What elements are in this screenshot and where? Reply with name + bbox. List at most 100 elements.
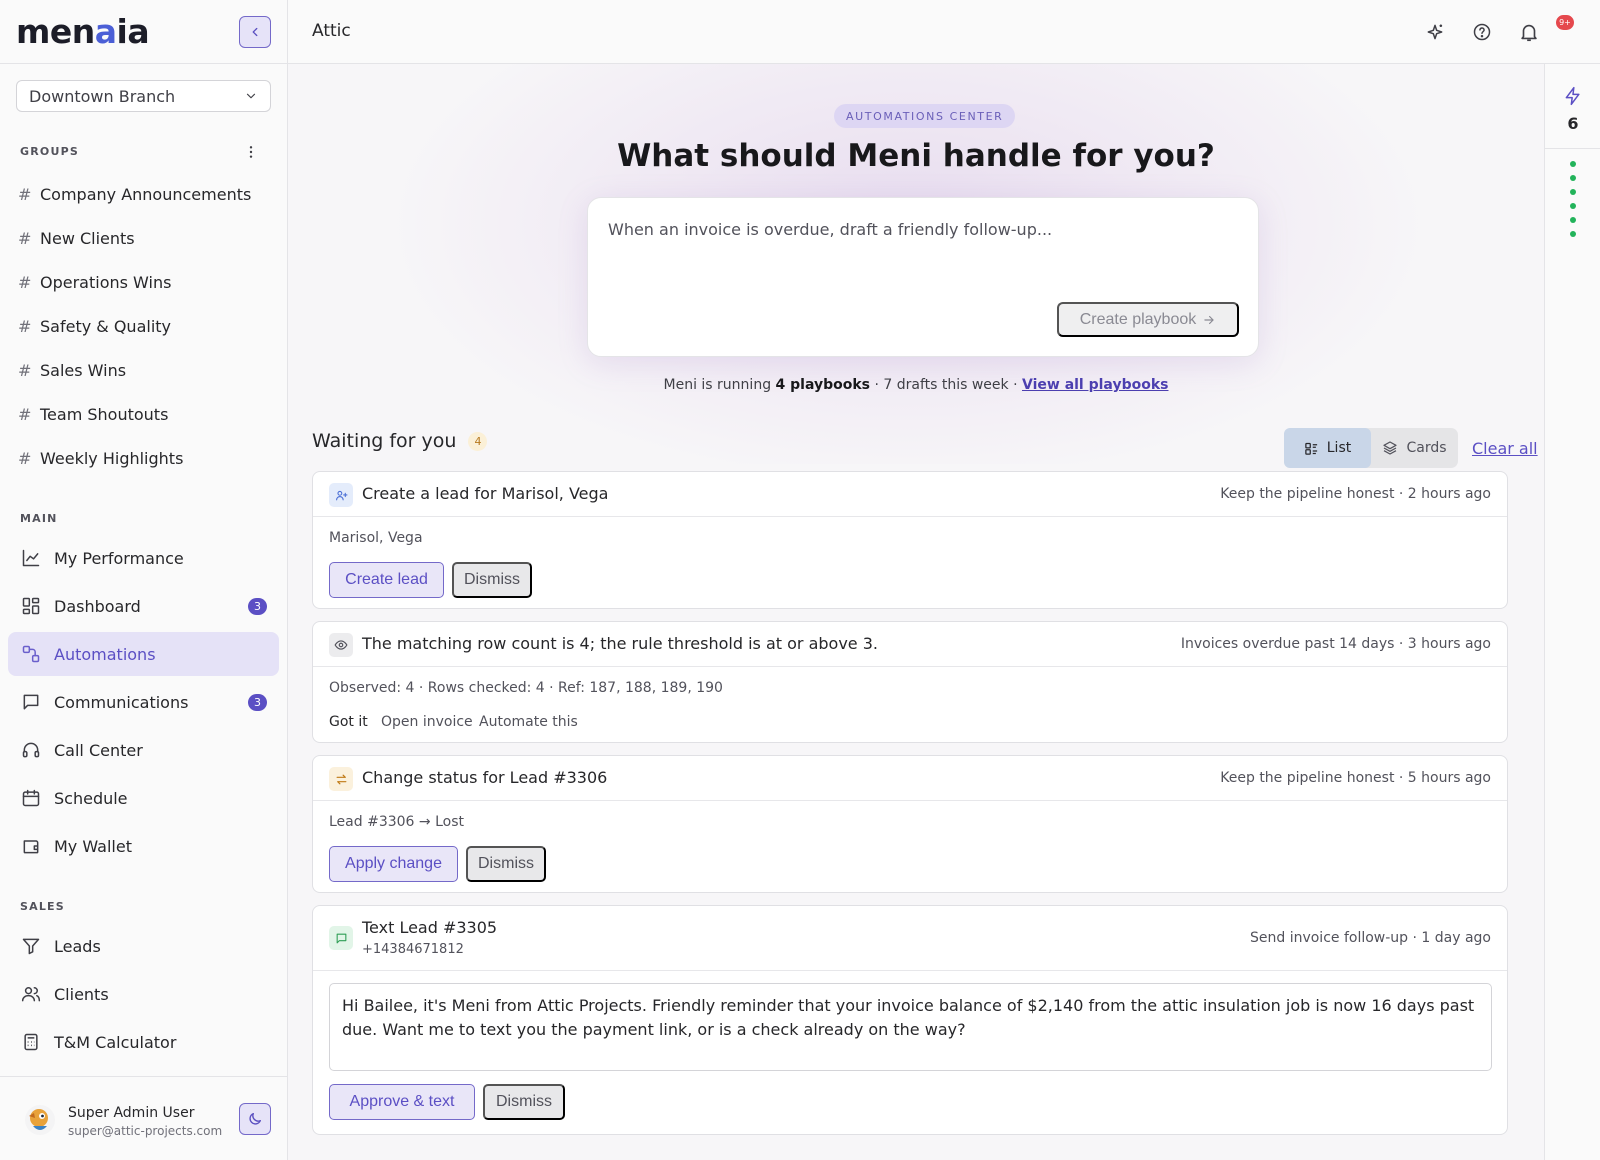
group-item-label: New Clients	[40, 228, 135, 248]
notification-badge: 9+	[1556, 15, 1574, 30]
card-meta: Send invoice follow-up · 1 day ago	[1249, 930, 1491, 946]
user-profile[interactable]: Super Admin User super@attic-projects.co…	[0, 1076, 288, 1160]
view-cards-label: Cards	[1406, 440, 1447, 456]
group-item-safety-quality[interactable]: # Safety & Quality	[18, 314, 171, 338]
automations-center-pill: AUTOMATIONS CENTER	[834, 104, 1016, 128]
dismiss-button[interactable]: Dismiss	[483, 1084, 565, 1120]
group-item-operations-wins[interactable]: # Operations Wins	[18, 270, 171, 294]
dismiss-button[interactable]: Dismiss	[466, 846, 546, 882]
clear-all-link[interactable]: Clear all	[1472, 439, 1538, 458]
hash-icon: #	[18, 448, 32, 468]
nav-item-clients[interactable]: Clients	[8, 972, 279, 1016]
group-item-label: Weekly Highlights	[40, 448, 184, 468]
eye-icon	[329, 633, 353, 657]
filter-icon	[20, 935, 42, 957]
status-dot[interactable]	[1570, 203, 1576, 209]
lightning-icon[interactable]	[1561, 84, 1585, 108]
collapse-sidebar-button[interactable]	[239, 16, 271, 48]
top-bar: Attic 9+	[288, 0, 1600, 64]
card-title: The matching row count is 4; the rule th…	[362, 634, 878, 653]
create-playbook-label: Create playbook	[1079, 310, 1197, 328]
nav-item-communications[interactable]: Communications 3	[8, 680, 279, 724]
nav-item-call-center[interactable]: Call Center	[8, 728, 279, 772]
nav-item-label: Dashboard	[54, 596, 141, 616]
nav-item-my-wallet[interactable]: My Wallet	[8, 824, 279, 868]
help-icon[interactable]	[1470, 20, 1494, 44]
create-lead-button[interactable]: Create lead	[329, 562, 444, 598]
task-card-text-lead: Text Lead #3305 +14384671812 Send invoic…	[312, 905, 1508, 1135]
group-item-label: Team Shoutouts	[40, 404, 169, 424]
hero-headline: What should Meni handle for you?	[617, 138, 1215, 174]
nav-item-leads[interactable]: Leads	[8, 924, 279, 968]
user-plus-icon	[329, 483, 353, 507]
running-prefix: Meni is running	[663, 377, 776, 393]
card-title: Change status for Lead #3306	[362, 768, 608, 787]
view-cards-button[interactable]: Cards	[1371, 428, 1458, 468]
view-toggle: List Cards	[1284, 428, 1458, 468]
open-invoice-link[interactable]: Open invoice	[381, 714, 473, 730]
group-item-label: Safety & Quality	[40, 316, 171, 336]
theme-toggle-button[interactable]	[239, 1103, 271, 1135]
main-section-label: MAIN	[20, 512, 58, 525]
view-all-playbooks-link[interactable]: View all playbooks	[1022, 377, 1168, 393]
nav-item-dashboard[interactable]: Dashboard 3	[8, 584, 279, 628]
waiting-section-title: Waiting for you 4	[312, 430, 488, 452]
bell-icon[interactable]	[1517, 20, 1541, 44]
status-dot[interactable]	[1570, 217, 1576, 223]
running-count: 4 playbooks	[775, 377, 871, 393]
user-email: super@attic-projects.com	[68, 1124, 223, 1138]
nav-item-label: Schedule	[54, 788, 128, 808]
nav-item-tm-calculator[interactable]: T&M Calculator	[8, 1020, 279, 1064]
hash-icon: #	[18, 184, 32, 204]
playbook-prompt-box[interactable]: When an invoice is overdue, draft a frie…	[587, 197, 1259, 357]
message-icon	[329, 926, 353, 950]
layers-icon	[1382, 440, 1398, 456]
nav-item-schedule[interactable]: Schedule	[8, 776, 279, 820]
hash-icon: #	[18, 316, 32, 336]
sales-section-label: SALES	[20, 900, 65, 913]
user-name: Super Admin User	[68, 1105, 195, 1121]
group-item-team-shoutouts[interactable]: # Team Shoutouts	[18, 402, 168, 426]
more-vertical-icon[interactable]	[242, 143, 260, 161]
main-content: AUTOMATIONS CENTER What should Meni hand…	[288, 64, 1544, 1160]
create-playbook-button[interactable]: Create playbook	[1057, 302, 1239, 337]
automate-this-link[interactable]: Automate this	[479, 714, 578, 730]
hash-icon: #	[18, 272, 32, 292]
group-item-new-clients[interactable]: # New Clients	[18, 226, 135, 250]
group-item-weekly-highlights[interactable]: # Weekly Highlights	[18, 446, 183, 470]
groups-section-label: GROUPS	[20, 145, 79, 158]
sparkles-icon[interactable]	[1423, 20, 1447, 44]
card-meta: Invoices overdue past 14 days · 3 hours …	[1180, 636, 1491, 652]
status-dot[interactable]	[1570, 189, 1576, 195]
calculator-icon	[20, 1031, 42, 1053]
got-it-button[interactable]: Got it	[329, 714, 368, 730]
playbook-prompt-input[interactable]: When an invoice is overdue, draft a frie…	[608, 220, 1052, 239]
apply-change-button[interactable]: Apply change	[329, 846, 458, 882]
nav-item-label: My Wallet	[54, 836, 132, 856]
view-list-button[interactable]: List	[1284, 428, 1371, 468]
group-item-company-announcements[interactable]: # Company Announcements	[18, 182, 251, 206]
chevron-left-icon	[248, 25, 262, 39]
page-title: Attic	[312, 21, 351, 41]
nav-item-my-performance[interactable]: My Performance	[8, 536, 279, 580]
group-item-sales-wins[interactable]: # Sales Wins	[18, 358, 126, 382]
status-dot[interactable]	[1570, 231, 1576, 237]
rail-divider	[1545, 148, 1600, 149]
dismiss-button[interactable]: Dismiss	[452, 562, 532, 598]
swap-icon	[329, 767, 353, 791]
arrow-right-icon	[1202, 313, 1216, 327]
avatar	[24, 1104, 56, 1136]
message-draft-textarea[interactable]: Hi Bailee, it's Meni from Attic Projects…	[329, 983, 1492, 1071]
status-dot[interactable]	[1570, 175, 1576, 181]
nav-item-label: My Performance	[54, 548, 184, 568]
approve-and-text-button[interactable]: Approve & text	[329, 1084, 475, 1120]
workflow-icon	[20, 643, 42, 665]
branch-select[interactable]: Downtown Branch	[16, 80, 271, 112]
task-card-create-lead: Create a lead for Marisol, Vega Keep the…	[312, 471, 1508, 609]
app-logo[interactable]: menaia	[16, 12, 150, 51]
task-card-insight: The matching row count is 4; the rule th…	[312, 621, 1508, 743]
nav-item-automations[interactable]: Automations	[8, 632, 279, 676]
status-dot[interactable]	[1570, 161, 1576, 167]
dashboard-icon	[20, 595, 42, 617]
list-icon	[1304, 441, 1319, 456]
